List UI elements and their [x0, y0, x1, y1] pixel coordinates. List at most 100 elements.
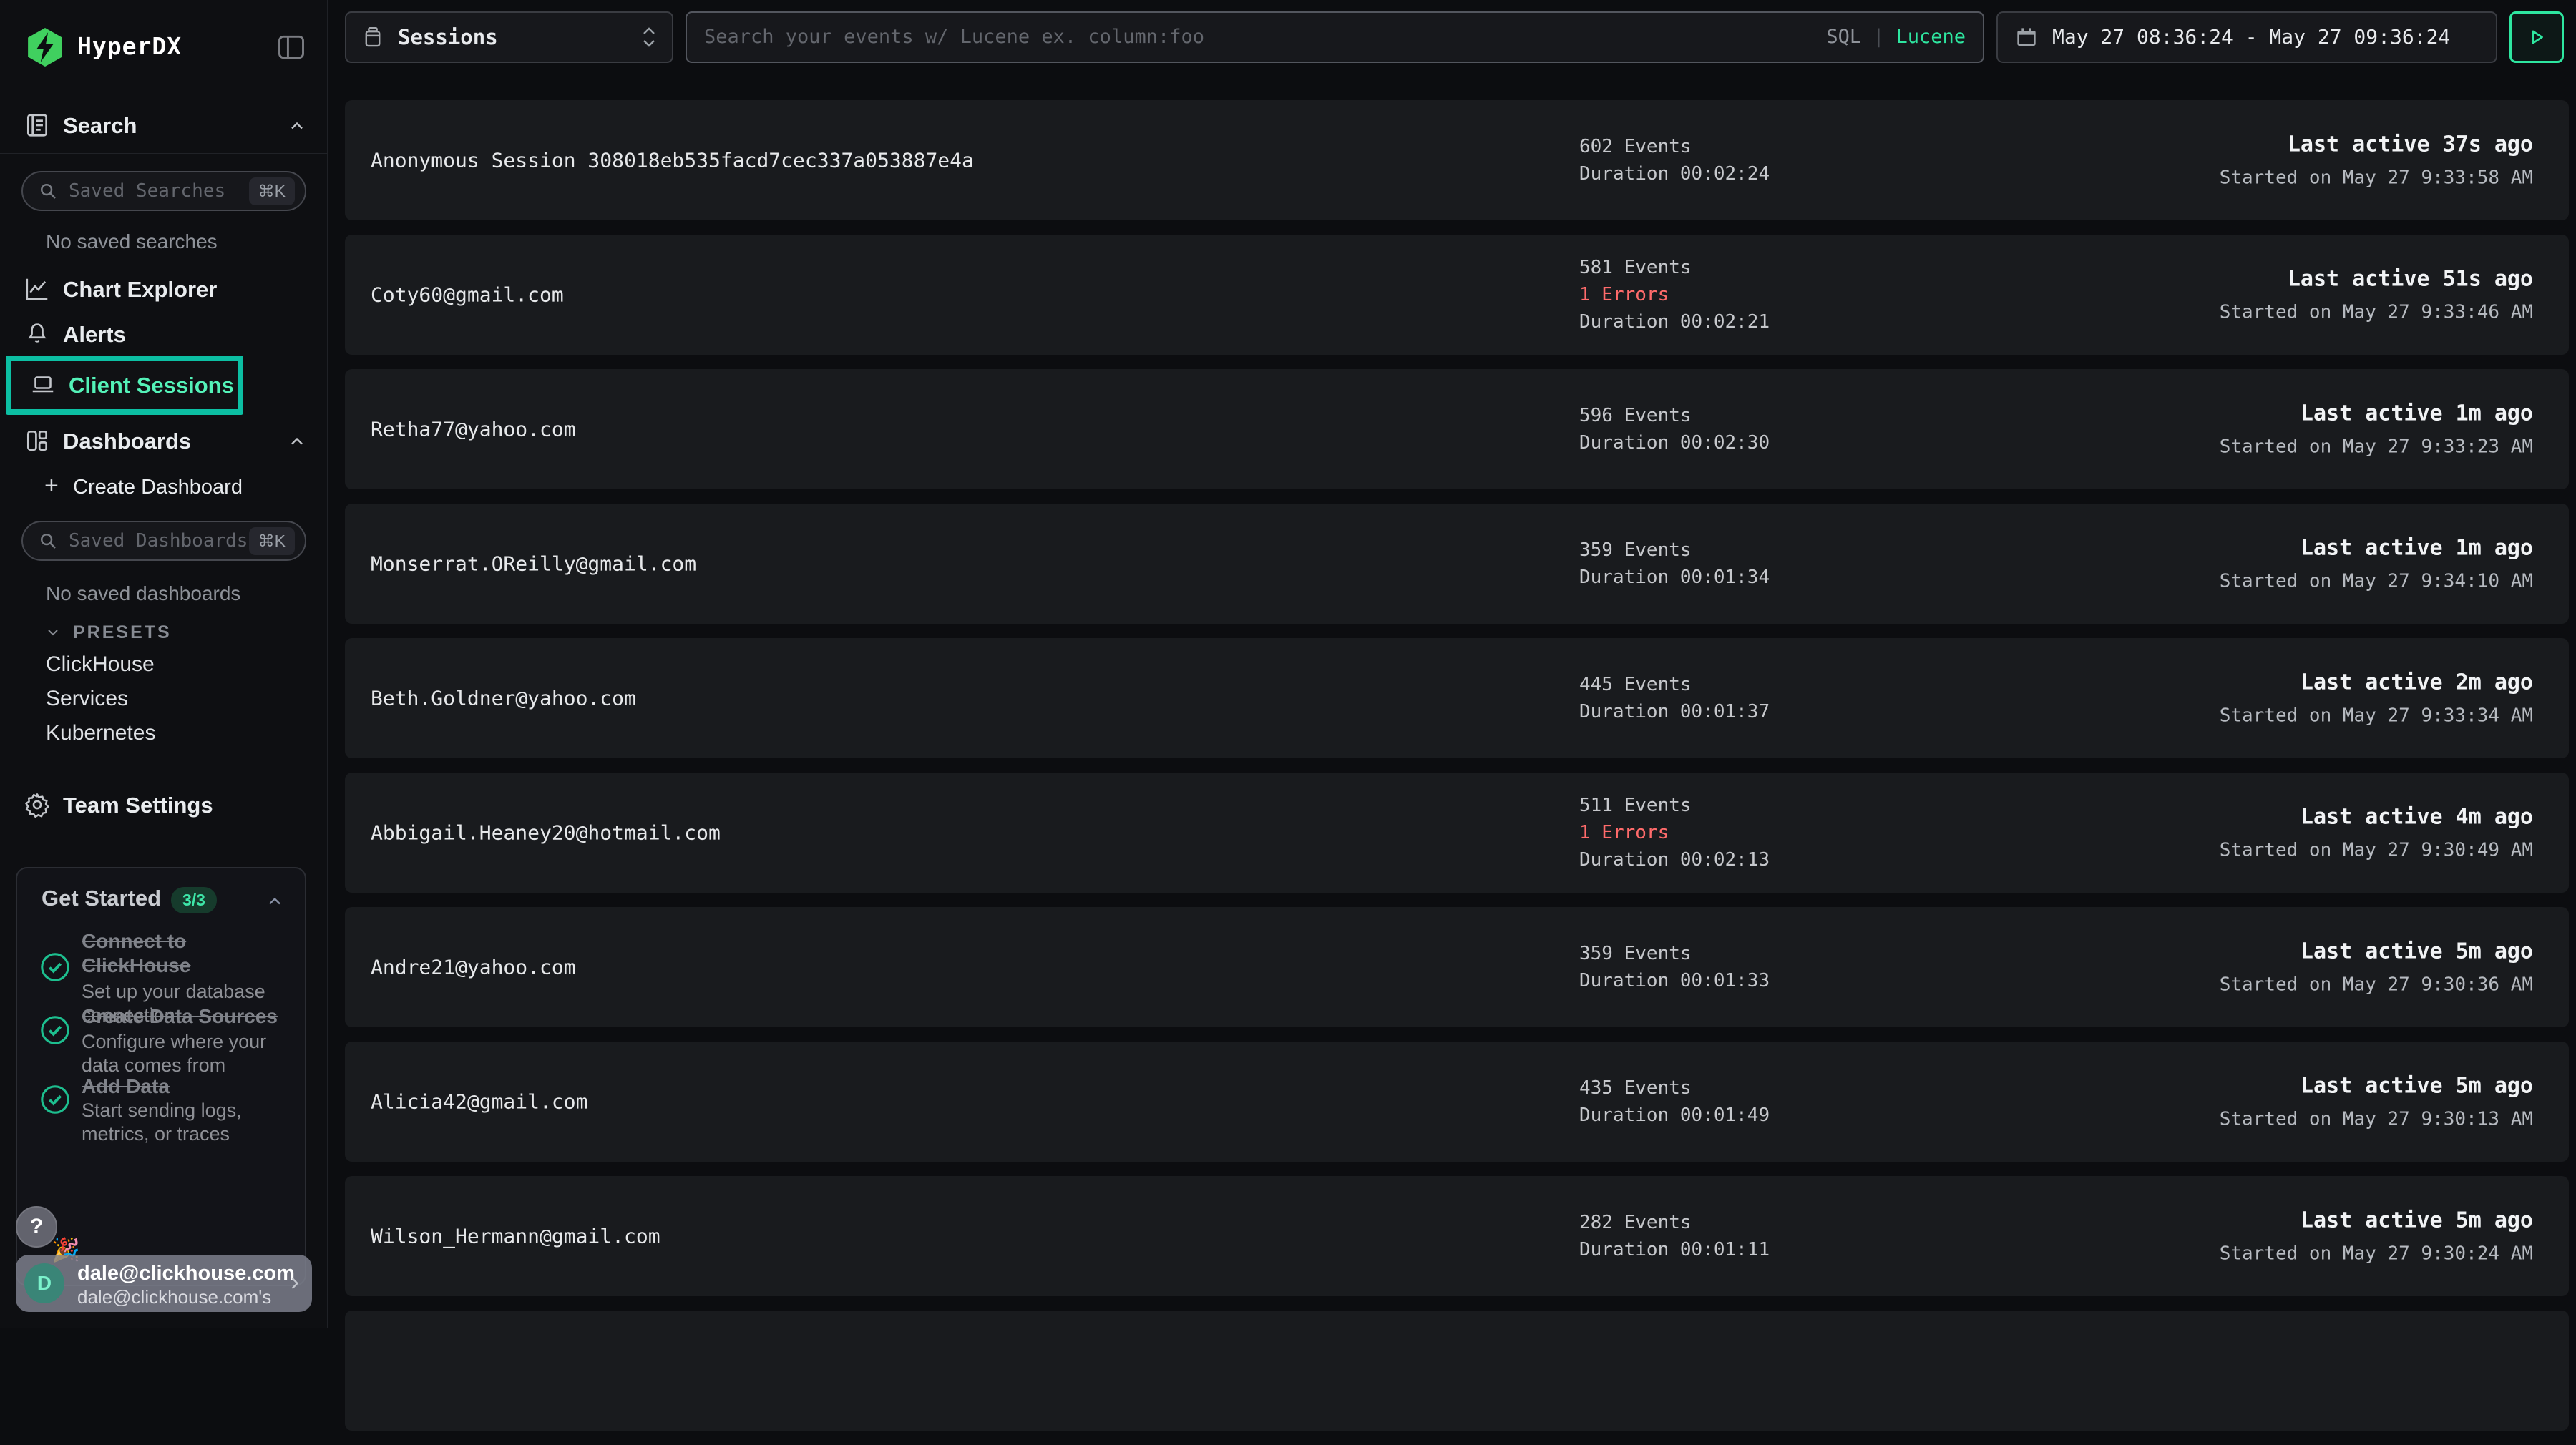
get-started-item-title[interactable]: Connect to ClickHouse: [82, 929, 296, 978]
session-started: Started on May 27 9:34:10 AM: [2220, 571, 2533, 592]
journal-icon: [24, 112, 51, 139]
session-started: Started on May 27 9:30:36 AM: [2220, 974, 2533, 996]
get-started-item-subtitle: Start sending logs, metrics, or traces: [82, 1099, 296, 1146]
run-query-button[interactable]: [2509, 11, 2564, 63]
get-started-title: Get Started: [42, 886, 161, 911]
session-events: 581 Events: [1579, 254, 1770, 281]
saved-dashboards-input[interactable]: ⌘K: [21, 521, 306, 561]
no-saved-searches-text: No saved searches: [46, 230, 218, 253]
create-dashboard-button[interactable]: + Create Dashboard: [0, 471, 328, 505]
session-last-active: Last active 2m ago: [2220, 670, 2533, 695]
chevron-up-icon[interactable]: [265, 891, 285, 911]
session-row[interactable]: Retha77@yahoo.com 596 Events Duration 00…: [345, 369, 2569, 489]
sidebar-item-alerts[interactable]: Alerts: [0, 313, 328, 356]
chevron-up-icon: [287, 116, 307, 136]
session-duration: Duration 00:01:49: [1579, 1102, 1770, 1129]
preset-item-kubernetes[interactable]: Kubernetes: [46, 721, 289, 753]
sidebar-item-search[interactable]: Search: [0, 97, 328, 154]
query-language-toggle: SQL | Lucene: [1826, 26, 1966, 48]
presets-toggle[interactable]: PRESETS: [0, 618, 328, 647]
session-row[interactable]: Anonymous Session 308018eb535facd7cec337…: [345, 100, 2569, 220]
preset-item-clickhouse[interactable]: ClickHouse: [46, 652, 289, 684]
get-started-card: Get Started 3/3 Connect to ClickHouse Se…: [16, 867, 306, 1286]
session-row-partial[interactable]: [345, 1311, 2569, 1431]
session-row[interactable]: Beth.Goldner@yahoo.com 445 Events Durati…: [345, 638, 2569, 758]
event-search-input[interactable]: [704, 26, 1826, 48]
session-events: 511 Events: [1579, 792, 1770, 819]
session-duration: Duration 00:01:33: [1579, 967, 1770, 994]
user-menu[interactable]: D dale@clickhouse.com dale@clickhouse.co…: [16, 1255, 312, 1312]
saved-dashboards-field[interactable]: [69, 530, 249, 552]
session-last-active: Last active 37s ago: [2220, 132, 2533, 157]
session-last-active: Last active 5m ago: [2220, 1208, 2533, 1233]
sidebar-item-label: Alerts: [63, 322, 126, 348]
help-button[interactable]: ?: [16, 1206, 57, 1248]
session-list: Anonymous Session 308018eb535facd7cec337…: [345, 100, 2569, 1445]
sidebar-item-label: Dashboards: [63, 428, 191, 454]
session-last-active: Last active 51s ago: [2220, 267, 2533, 292]
source-selector[interactable]: Sessions: [345, 11, 673, 63]
session-started: Started on May 27 9:33:58 AM: [2220, 167, 2533, 189]
sidebar-item-chart-explorer[interactable]: Chart Explorer: [0, 268, 328, 310]
session-name: Coty60@gmail.com: [371, 283, 564, 307]
session-row[interactable]: Monserrat.OReilly@gmail.com 359 Events D…: [345, 504, 2569, 624]
preset-item-services[interactable]: Services: [46, 687, 289, 718]
session-name: Beth.Goldner@yahoo.com: [371, 687, 636, 710]
laptop-icon: [30, 372, 56, 398]
collapse-sidebar-icon[interactable]: [275, 31, 307, 63]
check-circle-icon: [39, 1014, 72, 1047]
sidebar-item-dashboards[interactable]: Dashboards: [0, 418, 328, 476]
database-icon: [361, 25, 385, 49]
session-started: Started on May 27 9:30:24 AM: [2220, 1243, 2533, 1265]
session-events: 359 Events: [1579, 940, 1770, 967]
session-name: Anonymous Session 308018eb535facd7cec337…: [371, 149, 974, 172]
session-duration: Duration 00:01:11: [1579, 1236, 1770, 1263]
session-row[interactable]: Wilson_Hermann@gmail.com 282 Events Dura…: [345, 1176, 2569, 1296]
session-row[interactable]: Andre21@yahoo.com 359 Events Duration 00…: [345, 907, 2569, 1027]
session-events: 435 Events: [1579, 1074, 1770, 1102]
session-row[interactable]: Abbigail.Heaney20@hotmail.com 511 Events…: [345, 773, 2569, 893]
play-icon: [2526, 26, 2547, 48]
session-started: Started on May 27 9:30:49 AM: [2220, 840, 2533, 861]
check-circle-icon: [39, 951, 72, 984]
session-name: Andre21@yahoo.com: [371, 956, 576, 979]
session-row[interactable]: Coty60@gmail.com 581 Events 1 Errors Dur…: [345, 235, 2569, 355]
saved-searches-input[interactable]: ⌘K: [21, 171, 306, 211]
lucene-mode-button[interactable]: Lucene: [1896, 26, 1966, 48]
user-email: dale@clickhouse.com: [77, 1262, 295, 1285]
get-started-item-title[interactable]: Create Data Sources: [82, 1004, 296, 1029]
time-range-picker[interactable]: May 27 08:36:24 - May 27 09:36:24: [1996, 11, 2497, 63]
session-duration: Duration 00:02:13: [1579, 846, 1770, 873]
session-name: Wilson_Hermann@gmail.com: [371, 1225, 660, 1248]
create-dashboard-label: Create Dashboard: [73, 476, 243, 499]
sidebar-item-team-settings[interactable]: Team Settings: [0, 783, 328, 826]
event-search-bar[interactable]: SQL | Lucene: [686, 11, 1984, 63]
user-subtitle: dale@clickhouse.com's: [77, 1286, 271, 1308]
session-last-active: Last active 1m ago: [2220, 536, 2533, 561]
session-duration: Duration 00:01:34: [1579, 564, 1770, 591]
session-events: 359 Events: [1579, 537, 1770, 564]
get-started-item-subtitle: Configure where your data comes from: [82, 1030, 296, 1077]
get-started-item-title[interactable]: Add Data: [82, 1074, 296, 1099]
session-name: Abbigail.Heaney20@hotmail.com: [371, 821, 721, 845]
session-errors: 1 Errors: [1579, 281, 1770, 308]
session-name: Retha77@yahoo.com: [371, 418, 576, 441]
session-duration: Duration 00:02:24: [1579, 160, 1770, 187]
session-row[interactable]: Alicia42@gmail.com 435 Events Duration 0…: [345, 1042, 2569, 1162]
session-duration: Duration 00:02:21: [1579, 308, 1770, 335]
search-icon: [37, 180, 59, 202]
search-icon: [37, 530, 59, 552]
session-started: Started on May 27 9:33:34 AM: [2220, 705, 2533, 727]
select-carets-icon: [640, 26, 658, 49]
sidebar-item-client-sessions[interactable]: Client Sessions: [6, 356, 243, 415]
saved-searches-field[interactable]: [69, 180, 249, 202]
logo-row: HyperDX: [0, 26, 327, 69]
avatar: D: [24, 1263, 64, 1303]
sql-mode-button[interactable]: SQL: [1826, 26, 1861, 48]
session-duration: Duration 00:01:37: [1579, 698, 1770, 725]
sidebar-item-label: Client Sessions: [69, 373, 234, 398]
bell-icon: [24, 320, 51, 348]
no-saved-dashboards-text: No saved dashboards: [46, 582, 240, 605]
time-range-value: May 27 08:36:24 - May 27 09:36:24: [2052, 25, 2450, 49]
session-started: Started on May 27 9:33:23 AM: [2220, 436, 2533, 458]
